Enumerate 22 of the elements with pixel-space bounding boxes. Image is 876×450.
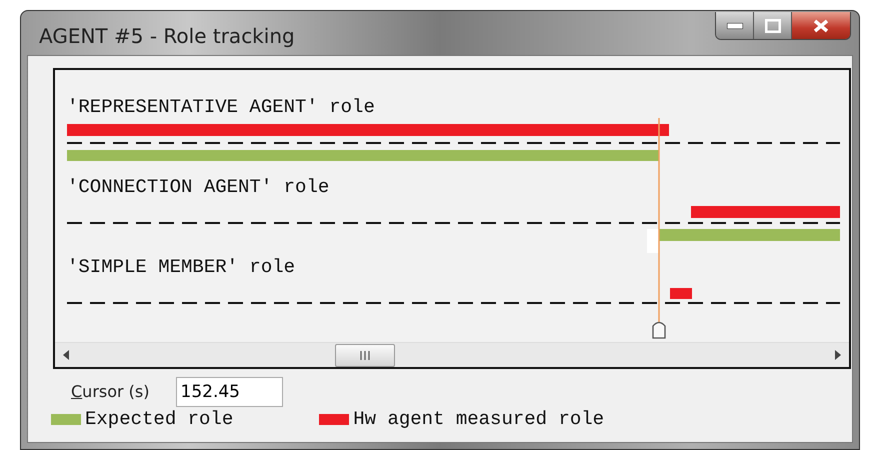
- track-label: 'REPRESENTATIVE AGENT' role: [67, 96, 375, 118]
- scrollbar-thumb[interactable]: [335, 344, 395, 366]
- track-label: 'CONNECTION AGENT' role: [67, 176, 330, 198]
- track-label: 'SIMPLE MEMBER' role: [67, 256, 296, 278]
- grip-icon: [360, 350, 370, 360]
- right-arrow-icon: [835, 350, 841, 360]
- close-button[interactable]: [792, 12, 850, 39]
- maximize-button[interactable]: [754, 12, 792, 39]
- legend-label: Hw agent measured role: [353, 409, 604, 429]
- minimize-icon: [726, 22, 742, 28]
- cursor-handle[interactable]: [652, 322, 666, 339]
- gap-marker: [647, 229, 659, 253]
- maximize-icon: [764, 18, 780, 32]
- cursor-label: Cursor (s): [71, 381, 150, 403]
- window-title: AGENT #5 - Role tracking: [39, 23, 295, 50]
- horizontal-scrollbar[interactable]: [55, 342, 849, 367]
- cursor-input[interactable]: 152.45: [176, 377, 282, 407]
- close-icon: [813, 18, 829, 32]
- legend-label: Expected role: [85, 409, 234, 429]
- minimize-button[interactable]: [716, 12, 754, 39]
- left-arrow-icon: [63, 350, 69, 360]
- measured-role-bar: [670, 288, 692, 299]
